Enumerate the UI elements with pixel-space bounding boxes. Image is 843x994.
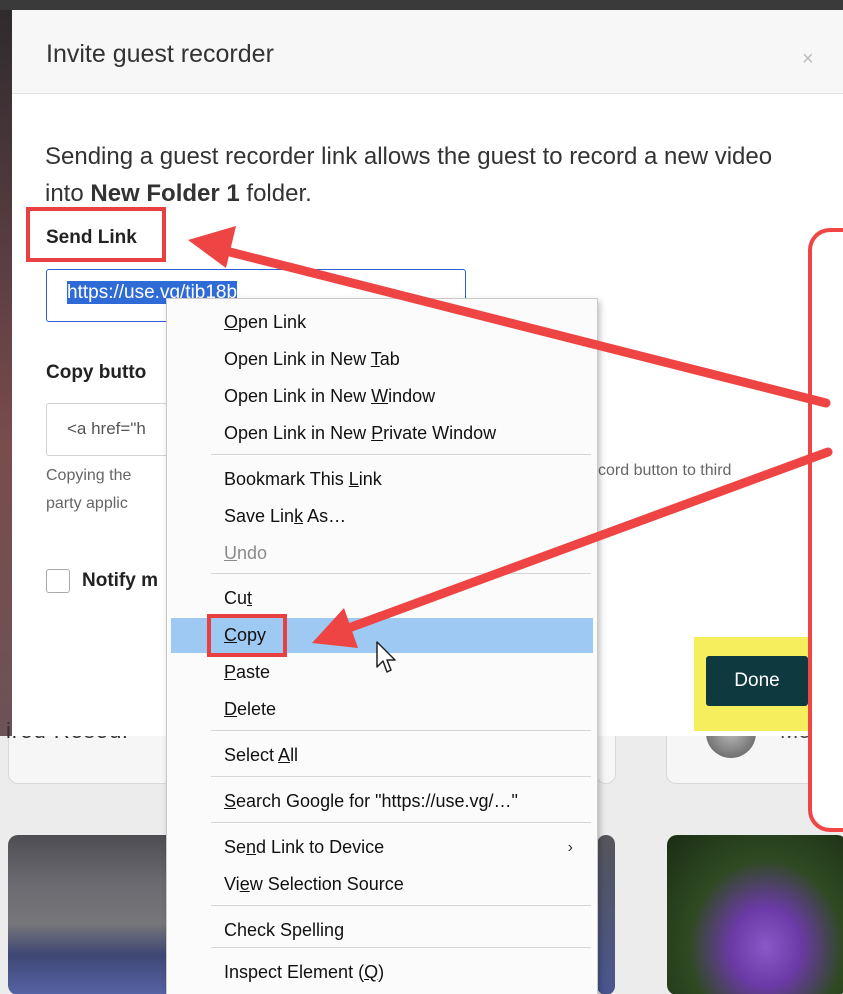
arrow-to-send-link <box>217 245 831 408</box>
annotation-arrows <box>188 226 833 648</box>
mouse-cursor-icon <box>376 641 396 673</box>
arrow-head-send-link <box>188 226 236 268</box>
arrow-to-copy <box>341 447 833 634</box>
